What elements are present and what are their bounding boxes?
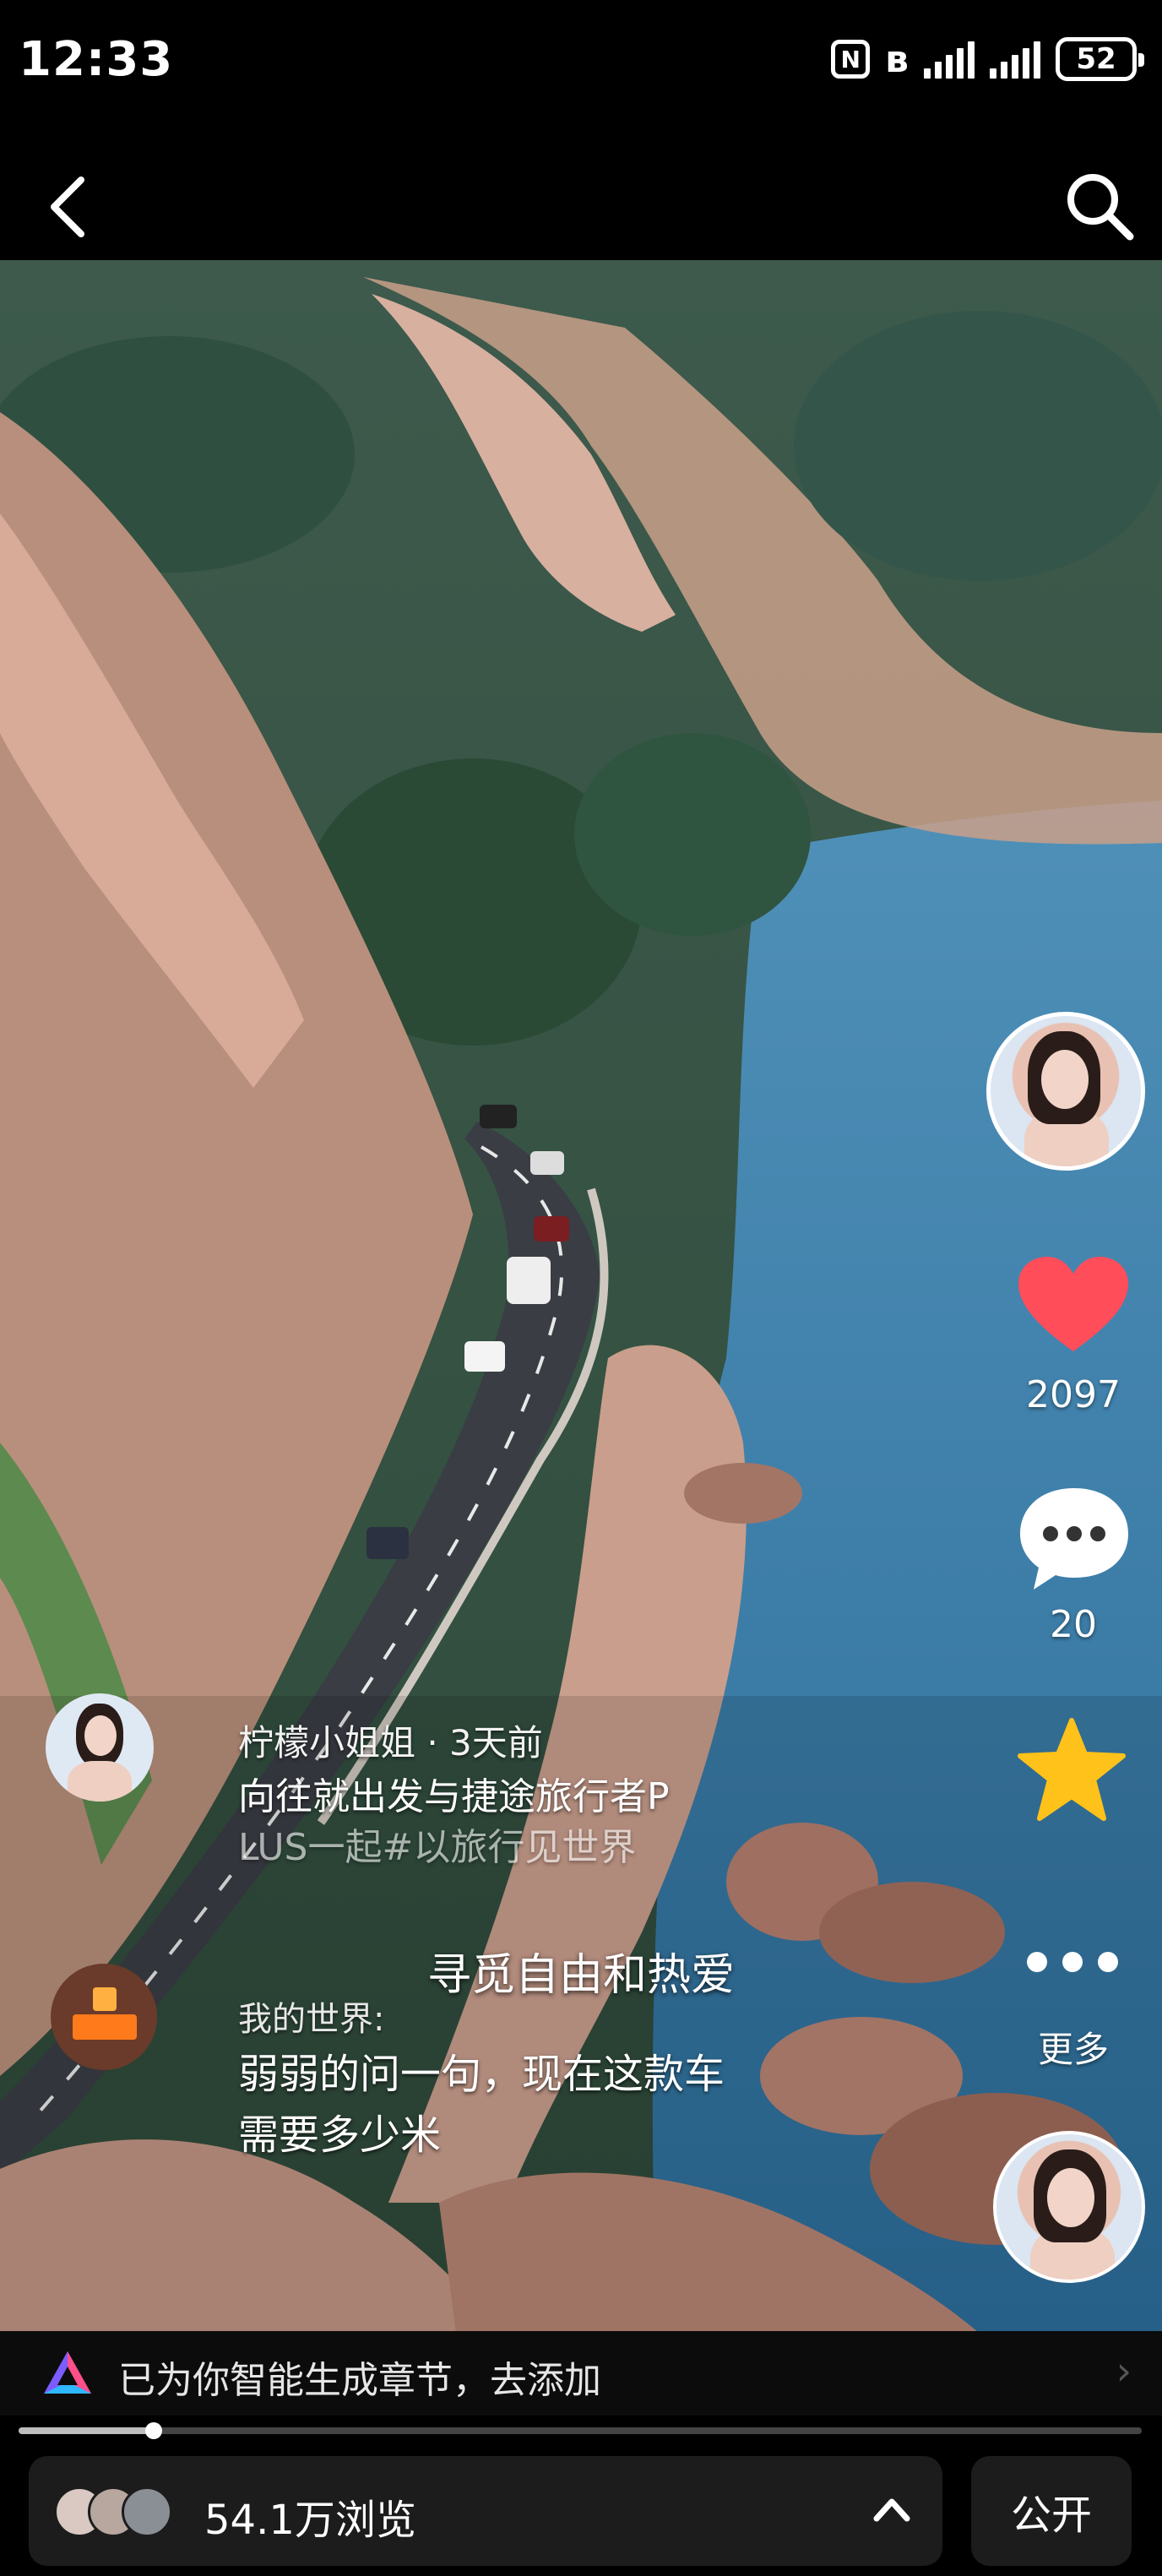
creator-avatar[interactable] xyxy=(986,1012,1145,1171)
status-bar: 12:33 N ʙ 52 xyxy=(0,0,1162,127)
status-time: 12:33 xyxy=(19,32,174,87)
battery-icon: 52 xyxy=(1056,37,1144,81)
description-line-1: 向往就出发与捷途旅行者P xyxy=(238,1775,670,1818)
comment-count: 20 xyxy=(1050,1603,1097,1646)
video-subtitle: 寻觅自由和热爱 xyxy=(426,1950,735,2001)
favorite-button[interactable] xyxy=(1017,1717,1127,1823)
star-icon xyxy=(1018,1718,1126,1821)
viewer-avatars xyxy=(54,2486,206,2539)
post-description: 向往就出发与捷途旅行者P LUS一起#以旅行见世界 xyxy=(238,1772,846,1873)
comment-line-2: 需要多少米 xyxy=(238,2111,442,2159)
commenter-name: 我的世界: xyxy=(238,2000,385,2039)
views-panel[interactable]: 54.1万浏览 xyxy=(29,2456,942,2566)
comment-icon xyxy=(1020,1488,1128,1590)
description-line-2: LUS一起#以旅行见世界 xyxy=(238,1826,637,1869)
chevron-right-icon: › xyxy=(1116,2348,1132,2394)
commenter-avatar[interactable] xyxy=(51,1964,157,2070)
search-button[interactable] xyxy=(1061,167,1137,243)
comment-line-1: 弱弱的问一句，现在这款车 xyxy=(238,2051,725,2098)
visibility-public-button[interactable]: 公开 xyxy=(971,2456,1132,2566)
chapter-suggestion-bar[interactable]: 已为你智能生成章节，去添加 › xyxy=(0,2331,1162,2416)
viewer-avatar xyxy=(122,2486,172,2537)
signal-icon xyxy=(990,40,1040,79)
nfc-icon: N xyxy=(831,40,871,79)
progress-knob[interactable] xyxy=(144,2422,162,2439)
signal-icon xyxy=(924,40,975,79)
user-avatar[interactable] xyxy=(993,2131,1145,2283)
heart-icon xyxy=(1018,1257,1128,1351)
chapter-suggestion-text: 已为你智能生成章节，去添加 xyxy=(118,2359,601,2402)
author-name-time[interactable]: 柠檬小姐姐 · 3天前 xyxy=(238,1715,543,1766)
chevron-up-icon[interactable] xyxy=(866,2485,917,2535)
comment-text: 弱弱的问一句，现在这款车 需要多少米 xyxy=(238,2044,846,2166)
view-count: 54.1万浏览 xyxy=(204,2497,416,2544)
playback-progress-bar[interactable] xyxy=(19,2422,1142,2439)
progress-fill xyxy=(19,2427,154,2434)
comment-button[interactable] xyxy=(1017,1485,1132,1595)
more-label: 更多 xyxy=(1037,2029,1109,2070)
video-player[interactable]: 2097 20 更多 xyxy=(0,260,1162,2334)
bluetooth-icon: ʙ xyxy=(885,37,909,81)
status-icons: N ʙ 52 xyxy=(831,34,1144,84)
author-avatar[interactable] xyxy=(46,1693,154,1802)
back-button[interactable] xyxy=(44,173,91,241)
video-frame xyxy=(0,260,1162,2334)
like-button[interactable] xyxy=(1018,1257,1128,1358)
like-count: 2097 xyxy=(1026,1373,1121,1416)
search-icon xyxy=(1067,174,1134,241)
chevron-left-icon xyxy=(51,177,84,237)
ai-chapter-icon xyxy=(44,2351,91,2394)
